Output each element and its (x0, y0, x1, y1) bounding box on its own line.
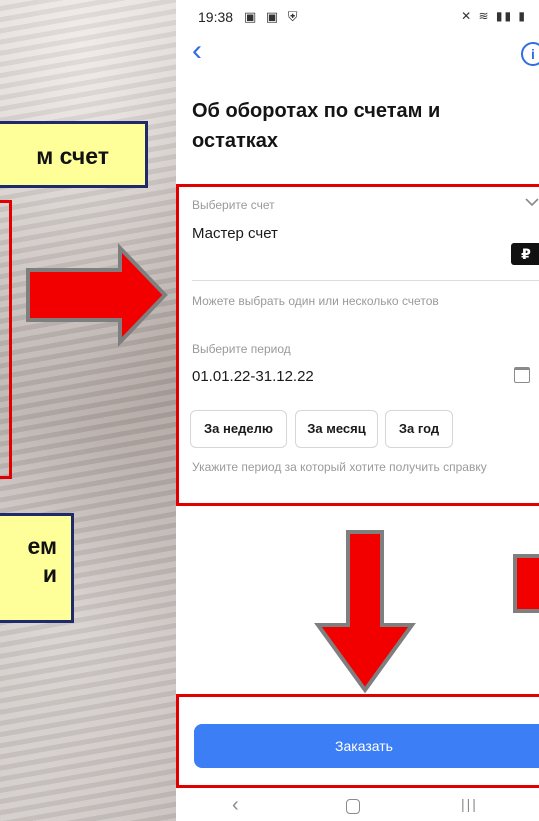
arrow-partial-icon (513, 554, 539, 613)
arrow-right-icon (26, 243, 168, 347)
arrow-down-icon (314, 530, 416, 694)
annotation-arrows (26, 243, 539, 694)
